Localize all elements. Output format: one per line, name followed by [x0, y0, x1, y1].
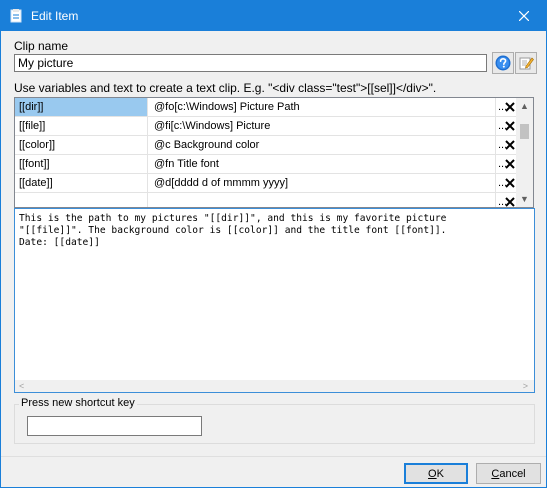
variable-value-cell[interactable]: @d[dddd d of mmmm yyyy] [148, 174, 496, 192]
scroll-left-icon[interactable]: < [19, 380, 24, 392]
template-text[interactable]: This is the path to my pictures "[[dir]]… [19, 213, 446, 249]
variable-name-cell[interactable]: [[dir]] [15, 98, 148, 116]
variable-name-cell[interactable]: [[font]] [15, 155, 148, 173]
delete-icon [505, 140, 515, 150]
template-editor[interactable]: This is the path to my pictures "[[dir]]… [14, 208, 535, 393]
grid-row[interactable]: ... [15, 193, 517, 207]
grid-row[interactable]: [[font]] @fn Title font ... [15, 155, 517, 174]
cancel-label-rest: ancel [499, 467, 526, 480]
scroll-thumb[interactable] [520, 124, 529, 139]
variable-value-cell[interactable]: @fn Title font [148, 155, 496, 173]
window-title: Edit Item [31, 9, 79, 23]
grid-row[interactable]: [[file]] @fi[c:\Windows] Picture ... [15, 117, 517, 136]
clip-name-label: Clip name [14, 39, 69, 53]
shortcut-label: Press new shortcut key [19, 397, 137, 409]
variable-value-cell[interactable]: @fi[c:\Windows] Picture [148, 117, 496, 135]
scroll-down-icon[interactable]: ▼ [516, 194, 533, 204]
variable-name-cell[interactable]: [[date]] [15, 174, 148, 192]
ok-label-rest: K [436, 467, 444, 480]
variable-name-cell[interactable]: [[file]] [15, 117, 148, 135]
edit-icon [519, 57, 534, 70]
cancel-label-mnemonic: C [491, 467, 500, 480]
close-button[interactable] [502, 1, 546, 31]
scroll-up-icon[interactable]: ▲ [516, 101, 533, 111]
help-icon [495, 55, 511, 71]
shortcut-group: Press new shortcut key [14, 397, 535, 444]
close-icon [519, 11, 529, 21]
dialog-footer: OK Cancel [1, 456, 546, 487]
cancel-button[interactable]: Cancel [476, 463, 541, 484]
variable-value-cell[interactable] [148, 193, 496, 207]
variable-name-cell[interactable]: [[color]] [15, 136, 148, 154]
title-bar[interactable]: Edit Item [1, 1, 546, 31]
grid-row[interactable]: [[color]] @c Background color ... [15, 136, 517, 155]
variable-name-cell[interactable] [15, 193, 148, 207]
delete-icon [505, 197, 515, 207]
app-icon [10, 9, 22, 23]
shortcut-field[interactable] [27, 416, 202, 436]
scroll-right-icon[interactable]: > [523, 380, 528, 392]
variables-hint: Use variables and text to create a text … [14, 81, 437, 95]
variable-value-cell[interactable]: @c Background color [148, 136, 496, 154]
shortcut-input[interactable] [28, 417, 201, 435]
ok-label-mnemonic: O [428, 467, 437, 480]
delete-icon [505, 178, 515, 188]
edit-item-window: Edit Item Clip name Use variables and te… [0, 0, 547, 488]
delete-icon [505, 102, 515, 112]
delete-icon [505, 159, 515, 169]
clip-name-field[interactable] [14, 54, 487, 72]
editor-horizontal-scrollbar[interactable]: < > [15, 380, 534, 392]
grid-row[interactable]: [[date]] @d[dddd d of mmmm yyyy] ... [15, 174, 517, 193]
delete-icon [505, 121, 515, 131]
clip-name-input[interactable] [15, 55, 486, 71]
grid-vertical-scrollbar[interactable]: ▲ ▼ [516, 98, 533, 207]
variables-grid: [[dir]] @fo[c:\Windows] Picture Path ...… [14, 97, 534, 208]
ok-button[interactable]: OK [404, 463, 468, 484]
help-button[interactable] [492, 52, 514, 74]
edit-button[interactable] [515, 52, 537, 74]
grid-row[interactable]: [[dir]] @fo[c:\Windows] Picture Path ... [15, 98, 517, 117]
variable-value-cell[interactable]: @fo[c:\Windows] Picture Path [148, 98, 496, 116]
